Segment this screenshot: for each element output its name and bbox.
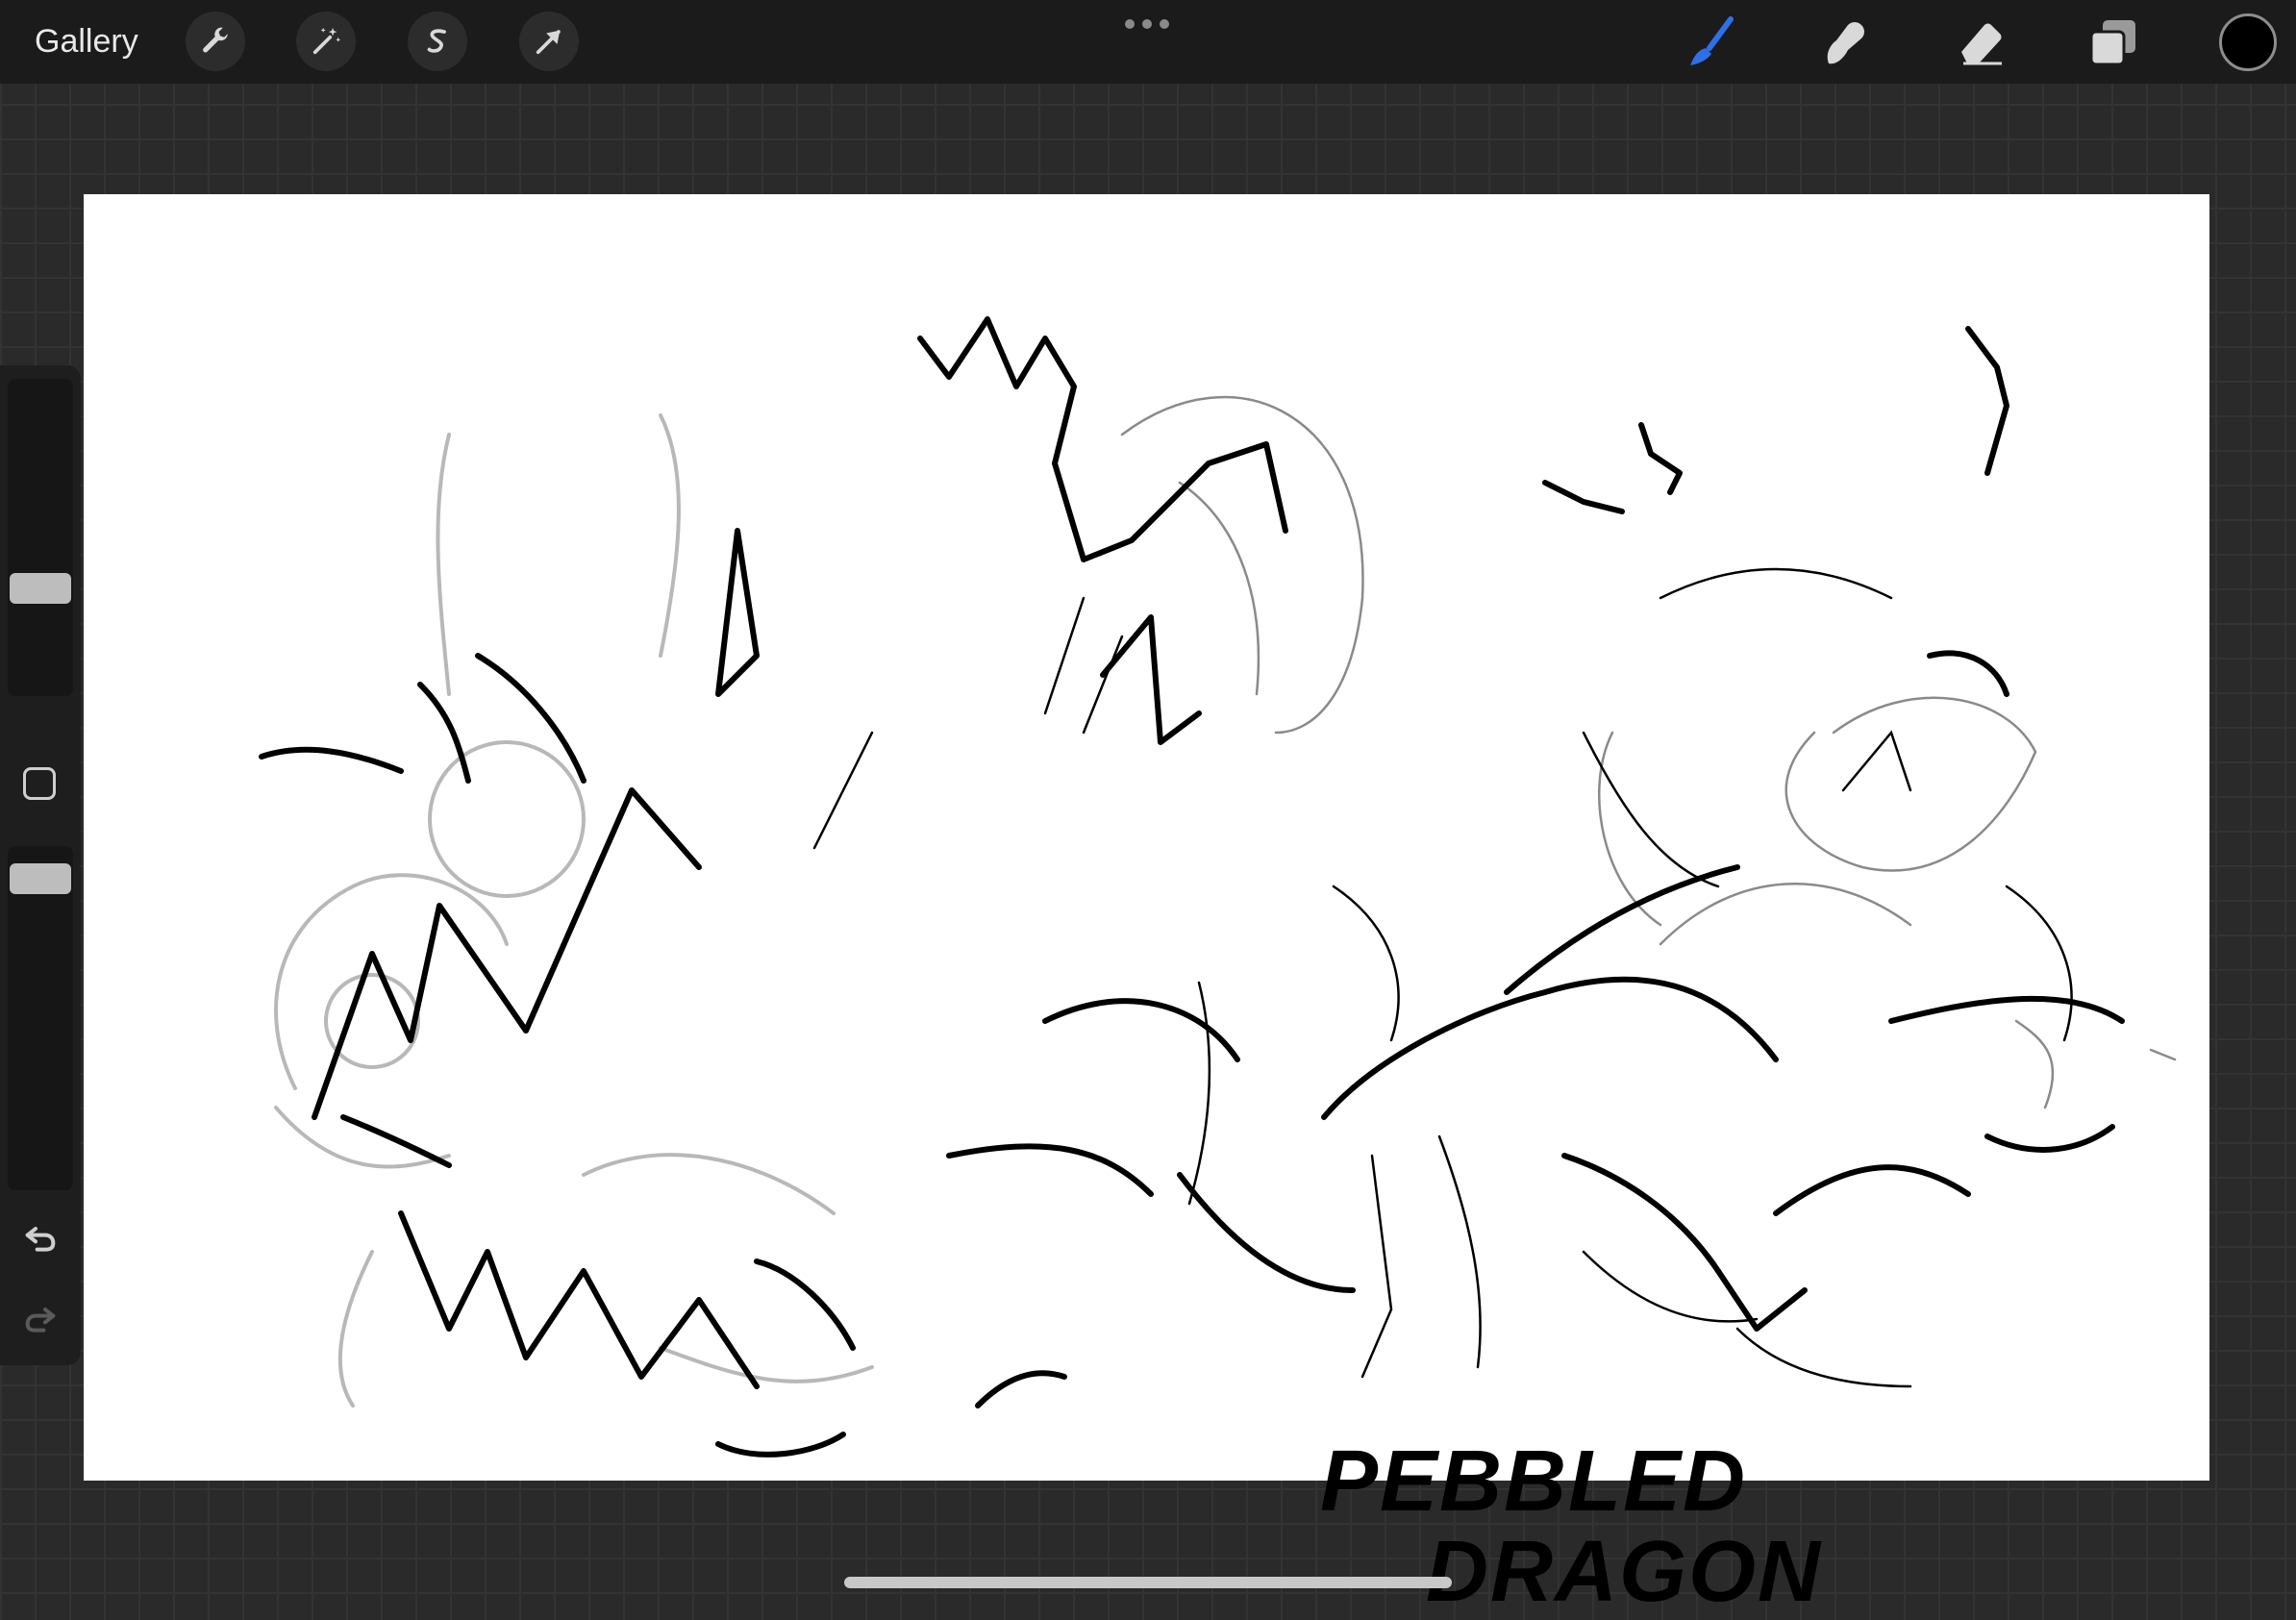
smudge-icon (1827, 22, 1864, 64)
transform-button[interactable] (519, 12, 579, 71)
gallery-button[interactable]: Gallery (35, 21, 138, 62)
toolbar-grab-handle[interactable] (1125, 19, 1169, 31)
layers-icon (2089, 20, 2135, 66)
wrench-icon (203, 27, 228, 53)
brush-size-thumb[interactable] (10, 573, 71, 604)
selection-s-icon (427, 29, 446, 53)
paint-button[interactable] (1681, 13, 1738, 71)
left-sidebar (0, 365, 81, 1365)
dot-icon (1125, 19, 1135, 29)
smudge-button[interactable] (1817, 13, 1875, 71)
sketch-text-line-1: PEBBLED (1320, 1433, 1748, 1530)
eraser-icon (1961, 23, 2002, 65)
erase-button[interactable] (1952, 13, 2009, 71)
opacity-slider[interactable] (8, 846, 73, 1190)
redo-button[interactable] (19, 1298, 62, 1340)
transform-arrow-icon (536, 30, 561, 55)
sketch-drawing (259, 316, 2177, 1458)
color-picker-button[interactable] (2219, 13, 2277, 71)
sketch-handwritten-text: PEBBLED DRAGON (1320, 1436, 1822, 1617)
opacity-thumb[interactable] (10, 863, 71, 894)
selection-button[interactable] (408, 12, 467, 71)
magic-wand-icon (312, 27, 341, 55)
dot-icon (1142, 19, 1152, 29)
home-indicator[interactable] (844, 1577, 1452, 1588)
top-toolbar: Gallery (0, 0, 2296, 84)
adjustments-button[interactable] (296, 12, 356, 71)
actions-button[interactable] (186, 12, 245, 71)
undo-icon (25, 1227, 56, 1252)
undo-button[interactable] (19, 1217, 62, 1259)
dot-icon (1160, 19, 1169, 29)
drawing-canvas[interactable]: PEBBLED DRAGON (84, 194, 2209, 1617)
redo-icon (25, 1308, 56, 1333)
modify-button[interactable] (23, 767, 56, 800)
layers-button[interactable] (2084, 13, 2142, 71)
brush-icon (1690, 16, 1734, 65)
brush-size-slider[interactable] (8, 379, 73, 696)
